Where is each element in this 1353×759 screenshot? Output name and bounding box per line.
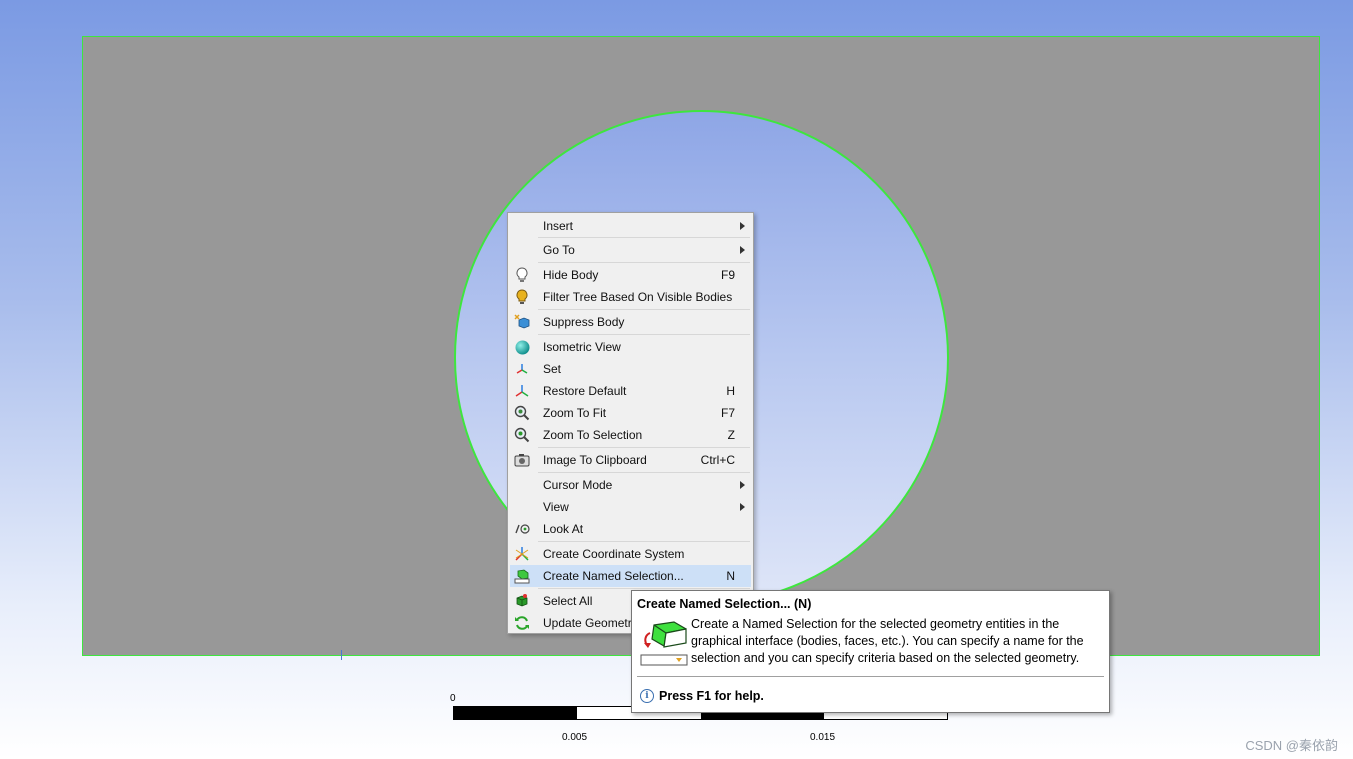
named-selection-large-icon: [640, 619, 688, 667]
menu-item-label: View: [543, 500, 569, 514]
lightbulb-icon: [514, 267, 530, 283]
coordinate-system-icon: [514, 546, 530, 562]
menu-item-hide-body[interactable]: Hide Body F9: [510, 264, 751, 286]
named-selection-icon: [514, 568, 530, 584]
watermark: CSDN @秦依韵: [1245, 738, 1338, 753]
submenu-arrow-icon: [740, 222, 745, 230]
menu-item-shortcut: F9: [720, 268, 735, 282]
suppress-body-icon: [514, 314, 530, 330]
tooltip-title: Create Named Selection... (N): [637, 597, 812, 611]
menu-item-label: Look At: [543, 522, 584, 536]
menu-item-restore-default[interactable]: Restore Default H: [510, 380, 751, 402]
menu-item-suppress-body[interactable]: Suppress Body: [510, 311, 751, 333]
menu-item-label: Isometric View: [543, 340, 621, 354]
menu-item-go-to[interactable]: Go To: [510, 239, 751, 261]
select-all-icon: [514, 593, 530, 609]
menu-item-zoom-to-selection[interactable]: Zoom To Selection Z: [510, 424, 751, 446]
scale-zero-label: 0: [450, 693, 456, 704]
menu-item-label: Create Coordinate System: [543, 547, 685, 561]
menu-item-create-named-selection[interactable]: Create Named Selection... N: [510, 565, 751, 587]
scale-right-label: 0.015: [810, 732, 836, 743]
tooltip-help: i Press F1 for help.: [640, 689, 764, 703]
axis-restore-icon: [514, 383, 530, 399]
menu-item-shortcut: Ctrl+C: [700, 453, 735, 467]
submenu-arrow-icon: [740, 481, 745, 489]
menu-item-insert[interactable]: Insert: [510, 215, 751, 237]
menu-item-cursor-mode[interactable]: Cursor Mode: [510, 474, 751, 496]
context-menu: Insert Go To Hide Body F9 Filter Tree Ba…: [507, 212, 754, 634]
sphere-icon: [514, 339, 530, 355]
menu-item-label: Cursor Mode: [543, 478, 613, 492]
tooltip-help-text: Press F1 for help.: [659, 689, 764, 703]
zoom-selection-icon: [514, 427, 530, 443]
info-icon: i: [640, 689, 654, 703]
tooltip-body: Create a Named Selection for the selecte…: [691, 617, 1084, 665]
menu-item-look-at[interactable]: Look At: [510, 518, 751, 540]
look-at-icon: [514, 521, 530, 537]
menu-item-label: Select All: [543, 594, 593, 608]
axis-set-icon: [514, 361, 530, 377]
menu-item-label: Hide Body: [543, 268, 599, 282]
camera-icon: [514, 452, 530, 468]
menu-item-label: Update Geometry: [543, 616, 638, 630]
menu-item-label: Filter Tree Based On Visible Bodies: [543, 290, 733, 304]
menu-item-create-coordinate-system[interactable]: Create Coordinate System: [510, 543, 751, 565]
menu-item-label: Image To Clipboard: [543, 453, 647, 467]
menu-item-label: Zoom To Selection: [543, 428, 643, 442]
menu-item-label: Create Named Selection...: [543, 569, 684, 583]
menu-item-filter-tree[interactable]: Filter Tree Based On Visible Bodies: [510, 286, 751, 308]
menu-item-shortcut: F7: [720, 406, 735, 420]
menu-item-set[interactable]: Set: [510, 358, 751, 380]
menu-item-label: Restore Default: [543, 384, 627, 398]
menu-item-label: Set: [543, 362, 562, 376]
submenu-arrow-icon: [740, 503, 745, 511]
refresh-icon: [514, 615, 530, 631]
scale-segment: [454, 707, 578, 719]
menu-item-label: Zoom To Fit: [543, 406, 607, 420]
tooltip: Create Named Selection... (N) Create a N…: [631, 590, 1110, 713]
scale-mid-label: 0.005: [562, 732, 588, 743]
menu-item-label: Suppress Body: [543, 315, 625, 329]
lightbulb-filled-icon: [514, 289, 530, 305]
zoom-fit-icon: [514, 405, 530, 421]
menu-item-image-to-clipboard[interactable]: Image To Clipboard Ctrl+C: [510, 449, 751, 471]
menu-item-view[interactable]: View: [510, 496, 751, 518]
menu-item-isometric-view[interactable]: Isometric View: [510, 336, 751, 358]
menu-item-label: Insert: [543, 219, 574, 233]
menu-item-zoom-to-fit[interactable]: Zoom To Fit F7: [510, 402, 751, 424]
submenu-arrow-icon: [740, 246, 745, 254]
menu-item-shortcut: H: [726, 384, 735, 398]
menu-item-shortcut: N: [726, 569, 735, 583]
menu-item-shortcut: Z: [727, 428, 735, 442]
menu-item-label: Go To: [543, 243, 575, 257]
origin-marker: [341, 650, 342, 660]
